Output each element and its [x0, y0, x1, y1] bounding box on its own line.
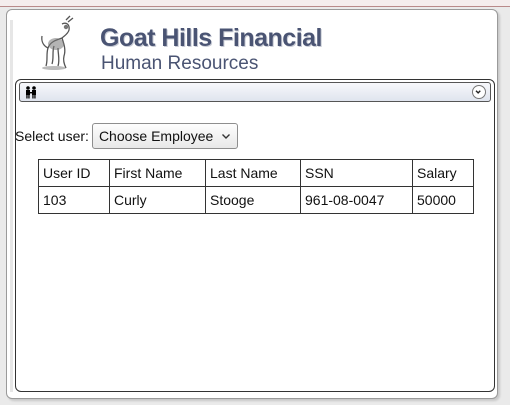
- site-header: Goat Hills Financial Human Resources: [36, 14, 356, 78]
- employee-select[interactable]: Choose Employee: [91, 123, 239, 149]
- chevron-down-icon: [222, 134, 231, 139]
- top-border: [0, 0, 510, 7]
- people-icon[interactable]: [24, 85, 38, 99]
- chevron-circle-icon: [475, 90, 481, 94]
- employee-table: User ID First Name Last Name SSN Salary …: [38, 159, 474, 214]
- column-header-salary: Salary: [412, 159, 474, 187]
- column-header-last-name: Last Name: [205, 159, 301, 187]
- page-background: Goat Hills Financial Human Resources Sel…: [0, 0, 510, 405]
- select-user-label: Select user:: [15, 128, 89, 144]
- employee-select-value: Choose Employee: [98, 128, 214, 144]
- goat-logo-icon: [41, 15, 74, 70]
- column-header-user-id: User ID: [38, 159, 110, 187]
- cell-ssn: 961-08-0047: [300, 186, 413, 214]
- brand-title: Goat Hills Financial: [100, 24, 323, 52]
- cell-user-id: 103: [38, 186, 110, 214]
- brand-subtitle: Human Resources: [101, 53, 259, 74]
- column-header-ssn: SSN: [300, 159, 413, 187]
- expand-toggle-button[interactable]: [472, 85, 486, 99]
- cell-last-name: Stooge: [205, 186, 301, 214]
- panel-shade: [10, 20, 13, 392]
- column-header-first-name: First Name: [109, 159, 206, 187]
- table-row: 103 Curly Stooge 961-08-0047 50000: [38, 186, 474, 214]
- table-header-row: User ID First Name Last Name SSN Salary: [38, 159, 474, 187]
- cell-first-name: Curly: [109, 186, 206, 214]
- user-select-row: Select user: Choose Employee: [15, 123, 239, 149]
- cell-salary: 50000: [412, 186, 474, 214]
- menu-bar[interactable]: [19, 82, 491, 102]
